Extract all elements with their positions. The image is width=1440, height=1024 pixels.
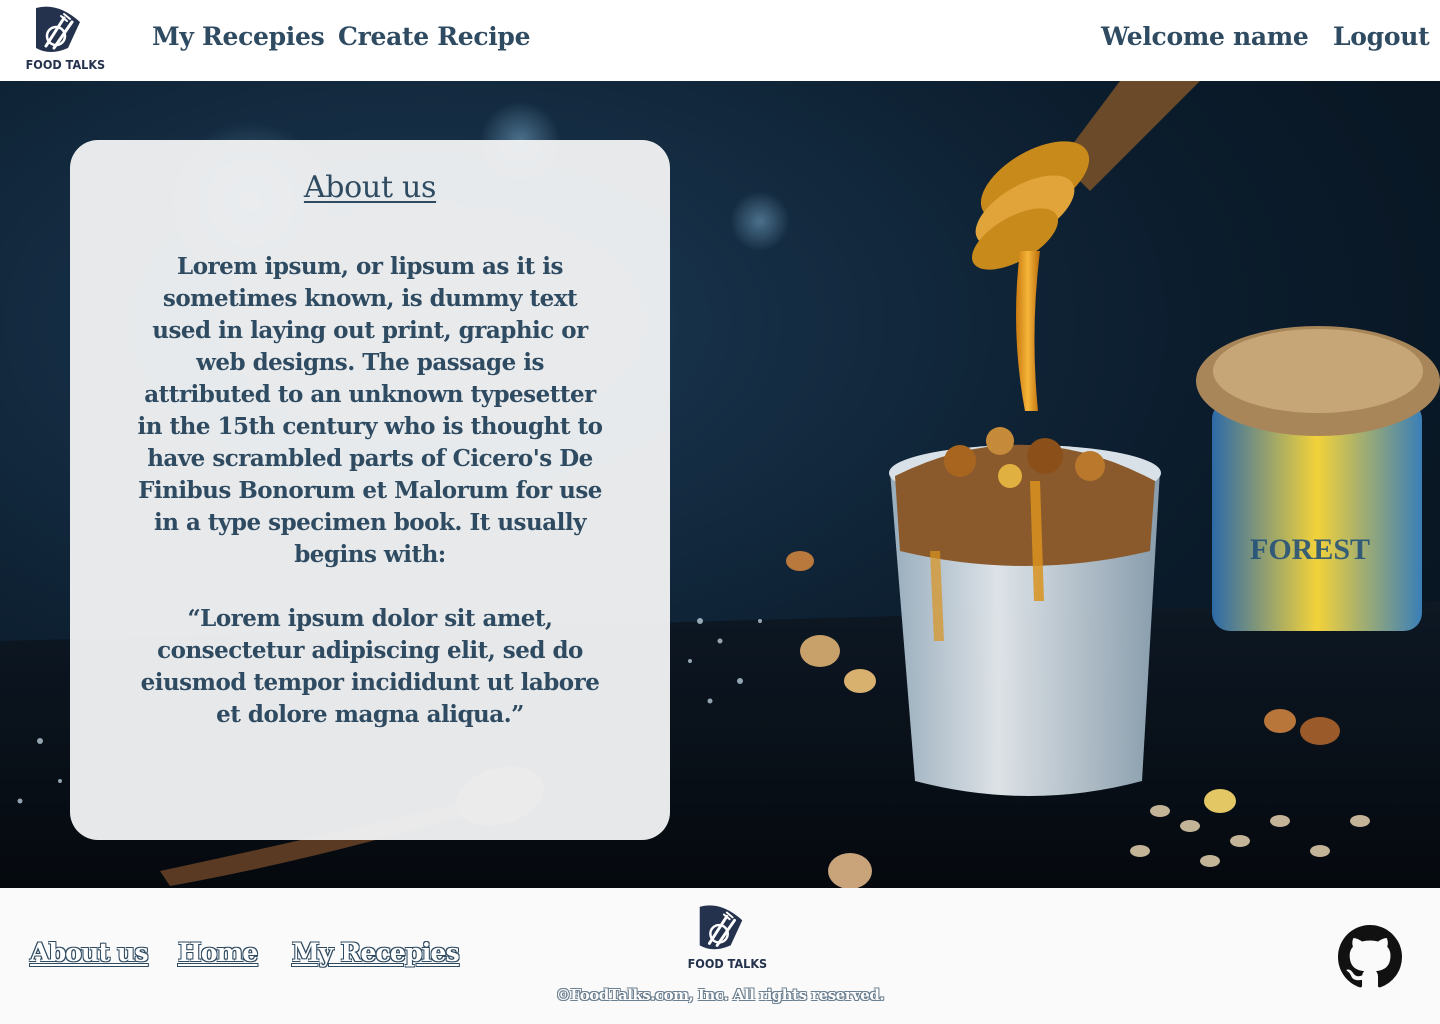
nav-create-recipe[interactable]: Create Recipe [338,22,531,51]
footer-link-about-us[interactable]: About us [30,938,149,967]
logout-link[interactable]: Logout [1333,22,1430,51]
footer: About us Home My Recepies FOOD TALKS ©Fo… [0,888,1440,1024]
svg-text:FOREST: FOREST [1250,533,1370,566]
copyright-text: ©FoodTalks.com, Inc. All rights reserved… [555,986,885,1004]
github-icon[interactable] [1338,925,1402,989]
footer-brand-name: FOOD TALKS [687,956,768,971]
footer-link-my-recepies[interactable]: My Recepies [292,938,460,967]
about-us-title: About us [303,170,437,205]
brand-logo[interactable]: FOOD TALKS [22,4,106,76]
brand-name: FOOD TALKS [25,57,106,72]
plate-fork-knife-icon [36,6,80,53]
nav-my-recepies[interactable]: My Recepies [152,22,325,51]
welcome-user[interactable]: Welcome name [1101,22,1309,51]
footer-brand-logo[interactable]: FOOD TALKS [684,902,768,971]
about-us-quote: “Lorem ipsum dolor sit amet, consectetur… [140,605,600,728]
about-us-body: Lorem ipsum, or lipsum as it is sometime… [137,253,603,568]
plate-fork-knife-icon [699,905,743,950]
footer-link-home[interactable]: Home [178,938,258,967]
hero-banner: FOREST About us Lorem ipsum, or lipsum a… [0,81,1440,888]
about-us-card: About us Lorem ipsum, or lipsum as it is… [70,140,670,840]
top-navbar: FOOD TALKS My Recepies Create Recipe Wel… [0,0,1440,81]
